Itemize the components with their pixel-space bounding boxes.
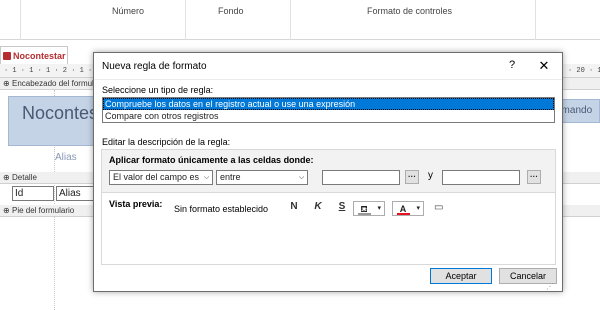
dialog-title: Nueva regla de formato (102, 61, 207, 72)
preview-label: Vista previa: (109, 199, 163, 209)
rule-type-list[interactable]: Compruebe los datos en el registro actua… (102, 97, 555, 123)
chevron-down-icon: ⌵ (200, 171, 212, 184)
section-footer-label: Pie del formulario (12, 206, 75, 215)
fill-color-swatch (358, 213, 371, 215)
section-detail-label: Detalle (12, 173, 37, 182)
section-arrow-icon: ⊕ (3, 206, 10, 215)
font-color-swatch (397, 213, 410, 215)
ribbon-separator (290, 0, 291, 40)
chevron-down-icon: ▾ (416, 205, 420, 212)
value2-input[interactable] (442, 170, 520, 185)
and-label: y (428, 170, 433, 181)
document-tab-label: Nocontestar (13, 51, 66, 61)
resize-grip-icon[interactable]: ⋰ (546, 282, 554, 291)
section-arrow-icon: ⊕ (3, 79, 10, 88)
select-rule-type-label: Seleccione un tipo de regla: (102, 85, 214, 95)
condition-field-select[interactable]: El valor del campo es ⌵ (109, 170, 213, 185)
italic-button[interactable]: K (312, 201, 324, 212)
value1-builder-button[interactable]: ··· (405, 170, 419, 184)
ribbon-group-fondo: Fondo (218, 6, 244, 16)
condition-field-value: El valor del campo es (113, 172, 200, 182)
rule-description-panel: Aplicar formato únicamente a las celdas … (101, 149, 556, 265)
rule-type-item[interactable]: Compruebe los datos en el registro actua… (103, 98, 554, 110)
ribbon-group-formato: Formato de controles (367, 6, 453, 16)
value2-builder-button[interactable]: ··· (527, 170, 541, 184)
underline-button[interactable]: S (336, 201, 348, 212)
fill-color-button[interactable]: ⛾ ▾ (353, 201, 385, 216)
chevron-down-icon: ▾ (377, 205, 381, 212)
ruler-marks-right: · 20 · 1 (568, 67, 600, 75)
chevron-down-icon: ⌵ (295, 171, 307, 184)
rule-type-item[interactable]: Compare con otros registros (103, 110, 554, 122)
ribbon-separator (20, 0, 21, 40)
field-alias[interactable]: Alias (56, 186, 96, 201)
condition-row: Aplicar formato únicamente a las celdas … (102, 150, 555, 193)
ribbon-separator (185, 0, 186, 40)
field-id[interactable]: Id (12, 186, 54, 201)
preview-text: Sin formato establecido (174, 204, 269, 214)
ribbon-group-numero: Número (112, 6, 145, 16)
help-icon[interactable]: ? (506, 59, 518, 71)
section-arrow-icon: ⊕ (3, 173, 10, 182)
form-icon (3, 52, 11, 60)
bold-button[interactable]: N (288, 201, 300, 212)
value1-input[interactable] (322, 170, 400, 185)
ribbon: Número Fondo Formato de controles (0, 0, 600, 40)
ribbon-separator (535, 0, 536, 40)
apply-format-label: Aplicar formato únicamente a las celdas … (109, 155, 314, 165)
condition-operator-value: entre (220, 172, 241, 182)
title-separator (94, 79, 562, 80)
conditional-format-icon[interactable]: ▭ (434, 202, 443, 213)
condition-operator-select[interactable]: entre ⌵ (216, 170, 308, 185)
new-format-rule-dialog: Nueva regla de formato ? ✕ Seleccione un… (93, 52, 563, 292)
ruler-marks-left: · 1 · 1 · 1 · 2 · 1 · 3 (4, 67, 101, 75)
document-tab[interactable]: Nocontestar (0, 46, 68, 64)
font-color-button[interactable]: A ▾ (392, 201, 424, 216)
close-icon[interactable]: ✕ (537, 58, 551, 74)
accept-button[interactable]: Aceptar (430, 268, 492, 284)
edit-description-label: Editar la descripción de la regla: (102, 137, 231, 147)
alias-header-label[interactable]: Alias (55, 152, 93, 166)
